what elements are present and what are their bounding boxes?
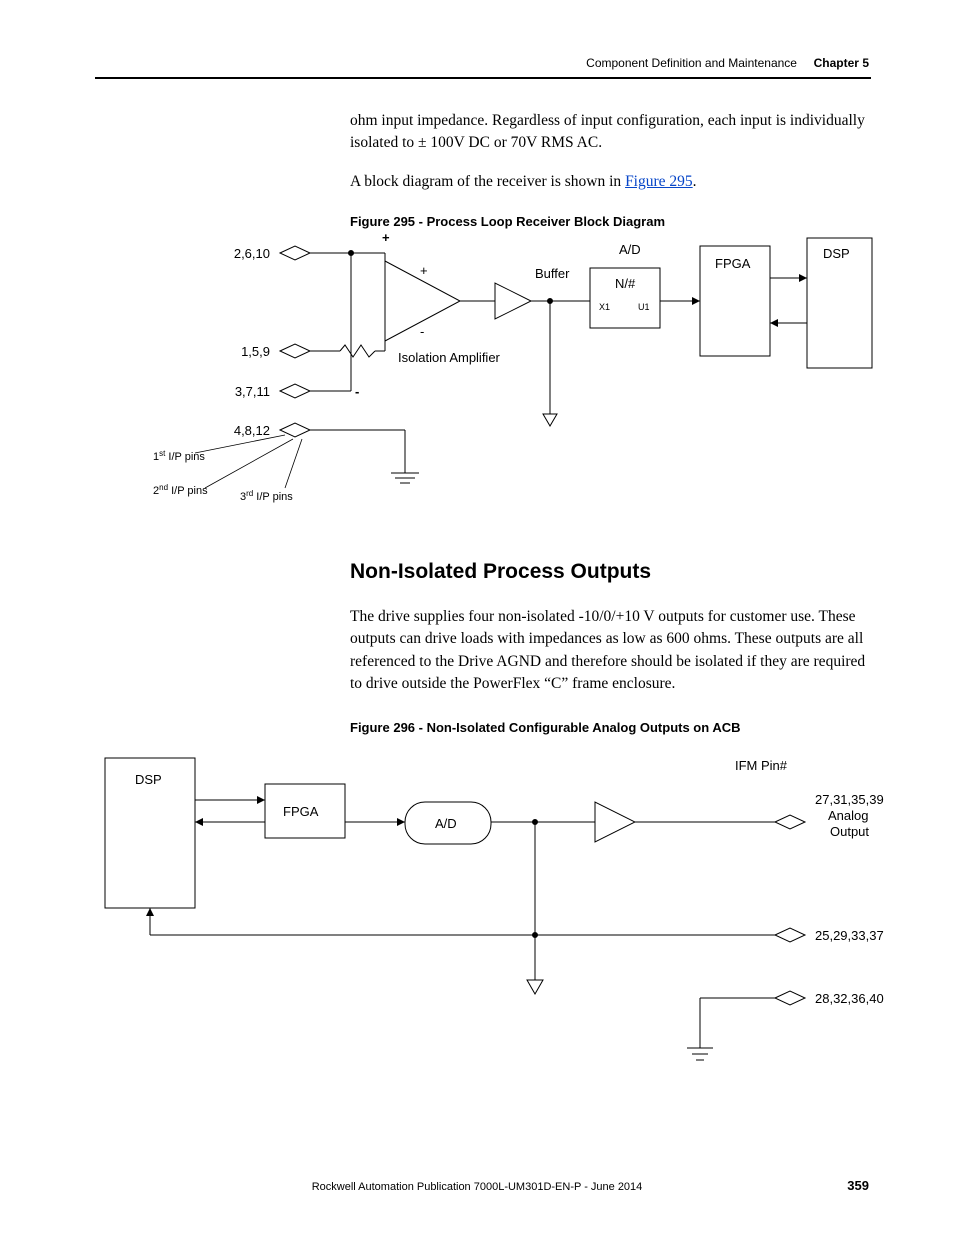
- minus-in: -: [420, 324, 424, 339]
- svg-text:3rd I/P pins: 3rd I/P pins: [240, 489, 293, 503]
- out2: 25,29,33,37: [815, 928, 884, 943]
- fpga-label: FPGA: [715, 256, 751, 271]
- figure-295-diagram: 2,6,10 1,5,9 3,7,11 4,8,12 + -: [95, 228, 895, 508]
- out1c: Output: [830, 824, 869, 839]
- figure-295-caption: Figure 295 - Process Loop Receiver Block…: [350, 214, 665, 229]
- x1-label: X1: [599, 302, 610, 312]
- pins-a: 2,6,10: [234, 246, 270, 261]
- plus-in: +: [420, 263, 428, 278]
- heading-non-isolated: Non-Isolated Process Outputs: [350, 560, 651, 584]
- pins-d: 4,8,12: [234, 423, 270, 438]
- out1a: 27,31,35,39: [815, 792, 884, 807]
- para2-pre: A block diagram of the receiver is shown…: [350, 173, 625, 190]
- plus-top: +: [382, 230, 390, 245]
- iso-amp-label: Isolation Amplifier: [398, 350, 501, 365]
- fpga296: FPGA: [283, 804, 319, 819]
- pins-c: 3,7,11: [235, 384, 270, 399]
- dsp-label: DSP: [823, 246, 850, 261]
- header-section: Component Definition and Maintenance: [586, 56, 797, 70]
- out1b: Analog: [828, 808, 868, 823]
- dsp296: DSP: [135, 772, 162, 787]
- nhash-label: N/#: [615, 276, 636, 291]
- ad-label: A/D: [619, 242, 641, 257]
- figure-296-diagram: DSP FPGA A/D: [95, 740, 895, 1100]
- figure-295-link[interactable]: Figure 295: [625, 173, 693, 190]
- ifm-label: IFM Pin#: [735, 758, 788, 773]
- minus-mid: -: [355, 384, 359, 399]
- svg-text:1st I/P pins: 1st I/P pins: [153, 449, 205, 463]
- ad296: A/D: [435, 816, 457, 831]
- footer-publication: Rockwell Automation Publication 7000L-UM…: [0, 1181, 954, 1193]
- body-para-2: A block diagram of the receiver is shown…: [350, 171, 870, 193]
- footer-page-number: 359: [847, 1178, 869, 1193]
- header-chapter: Chapter 5: [814, 56, 869, 70]
- page-header: Component Definition and Maintenance Cha…: [586, 56, 869, 70]
- figure-296-caption: Figure 296 - Non-Isolated Configurable A…: [350, 720, 740, 735]
- out3: 28,32,36,40: [815, 991, 884, 1006]
- body-para-1: ohm input impedance. Regardless of input…: [350, 110, 870, 155]
- u1-label: U1: [638, 302, 650, 312]
- header-rule: [95, 77, 871, 79]
- body-para-3: The drive supplies four non-isolated -10…: [350, 606, 870, 696]
- para2-post: .: [693, 173, 697, 190]
- buffer-label: Buffer: [535, 266, 570, 281]
- svg-text:2nd I/P pins: 2nd I/P pins: [153, 483, 208, 497]
- pins-b: 1,5,9: [241, 344, 270, 359]
